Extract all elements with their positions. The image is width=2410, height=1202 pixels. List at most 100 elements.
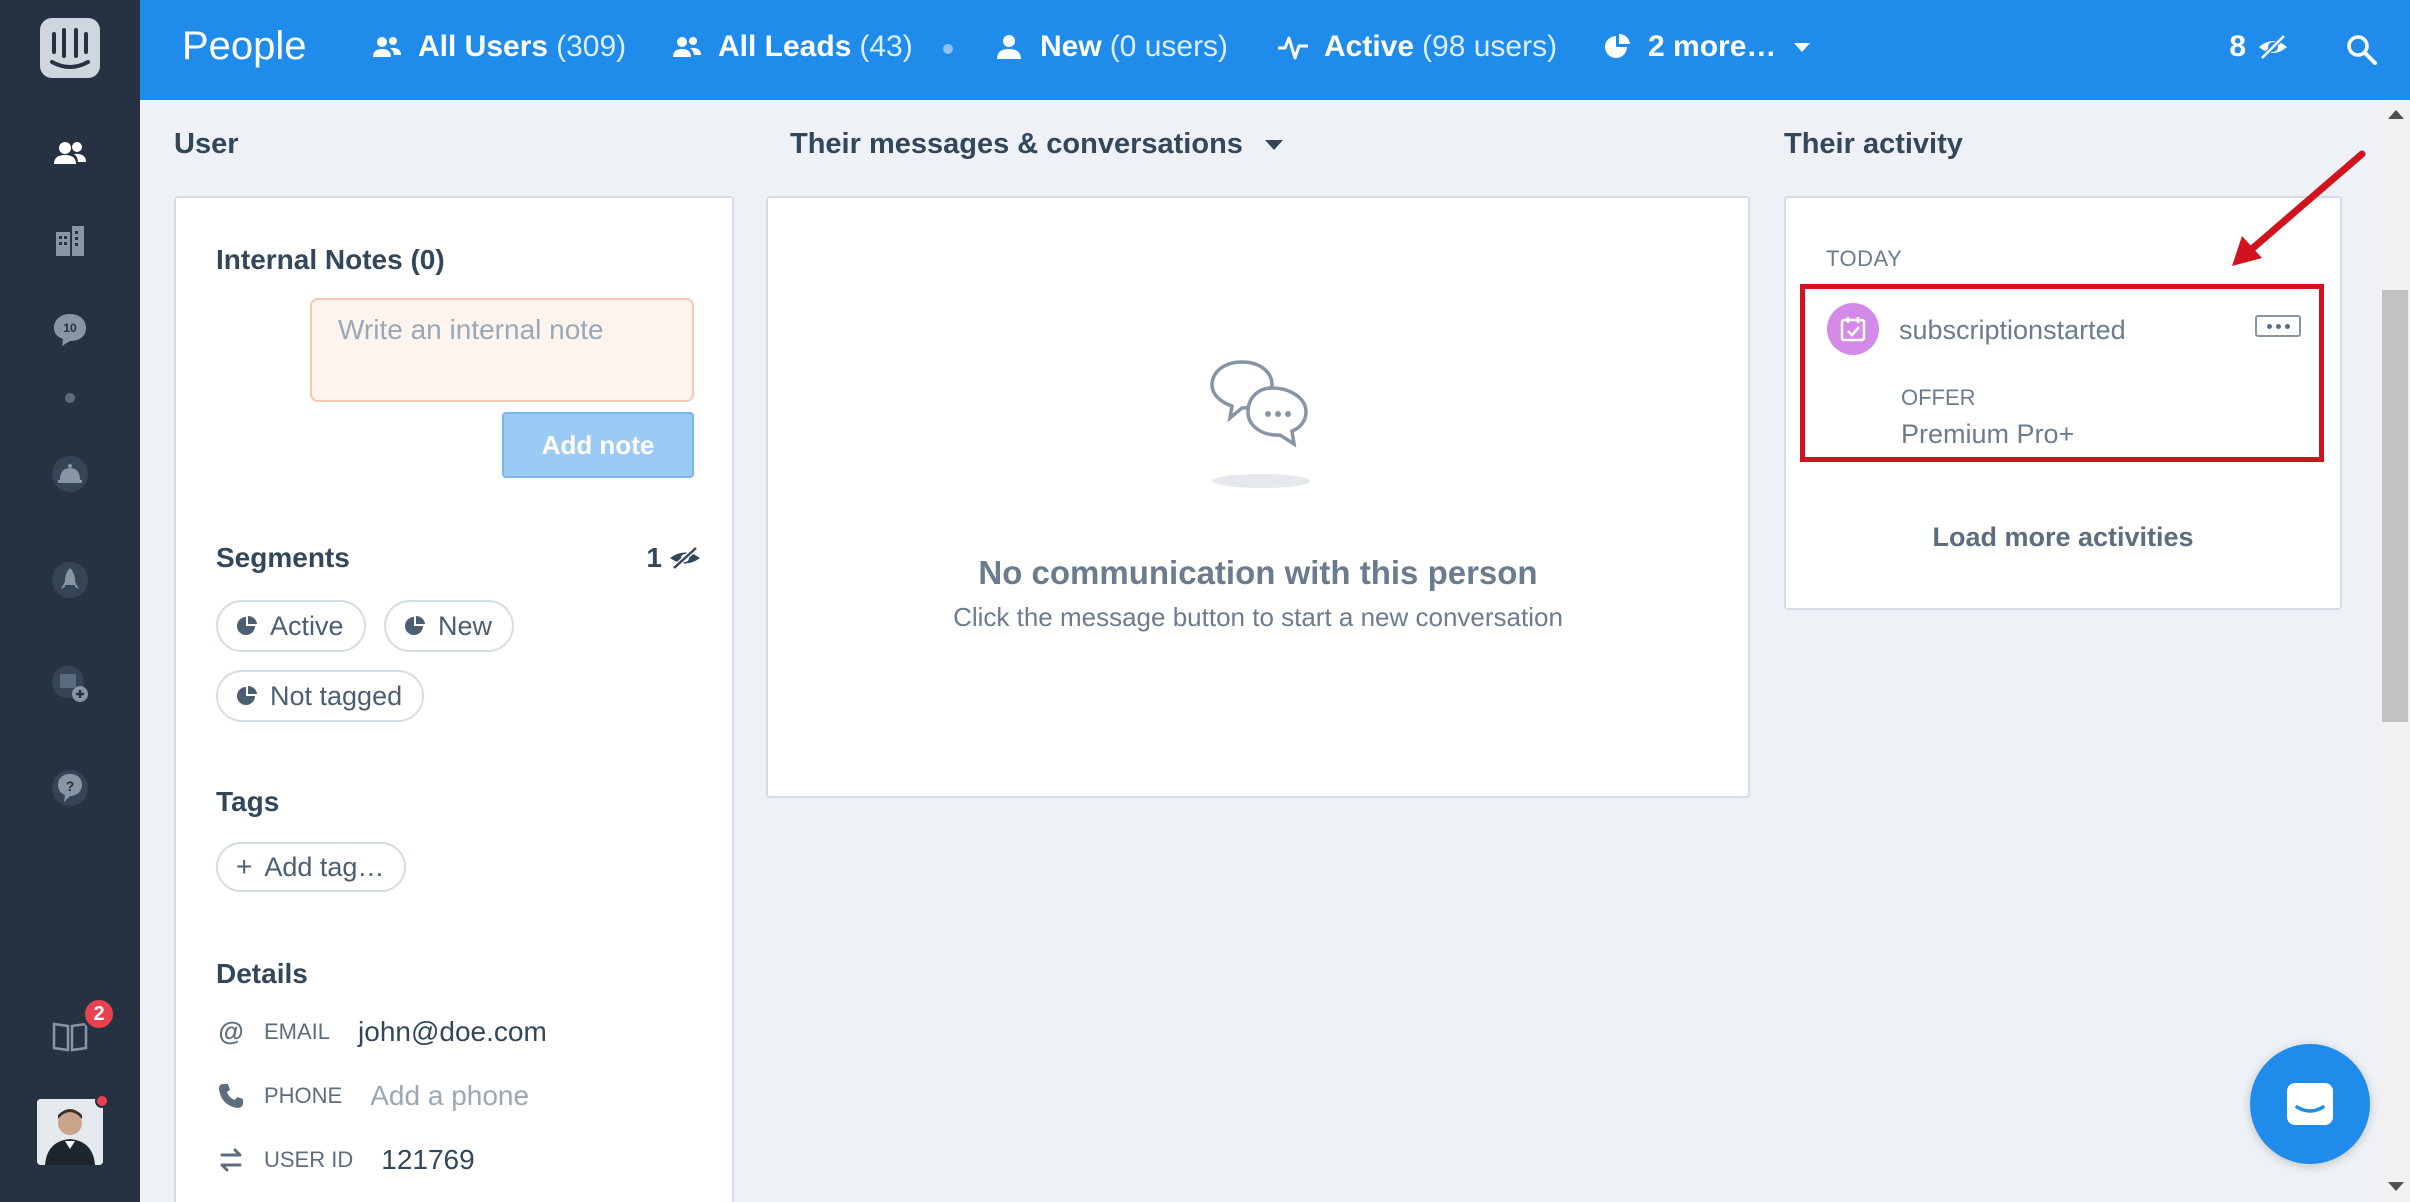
inbox-icon[interactable]: 10 [40,300,100,360]
tags-title: Tags [216,786,280,817]
intercom-logo-icon[interactable] [40,18,100,78]
detail-phone-row: PHONE Add a phone [216,1080,529,1112]
nav-label: New [1040,30,1102,63]
nav-label: All Users [418,30,549,63]
segments-title: Segments [216,542,350,573]
people-icon [673,37,701,57]
event-attribute-value: Premium Pro+ [1901,419,2075,449]
empty-state-subtitle: Click the message button to start a new … [953,602,1563,632]
pie-chart-icon [1605,33,1630,58]
nav-label: All Leads [718,30,852,63]
user-column-heading: User [174,128,239,160]
user-profile-card: Internal Notes (0) Write an internal not… [174,196,734,1202]
eye-slash-icon [670,546,700,570]
top-bar: People All Users (309) All Leads (43) Ne… [140,0,2410,100]
messages-heading-label: Their messages & conversations [790,128,1243,160]
internal-note-input[interactable]: Write an internal note [310,298,694,402]
segment-pill[interactable]: Not tagged [216,670,425,722]
pie-chart-icon [237,685,257,705]
load-more-activities-link[interactable]: Load more activities [1786,522,2340,553]
detail-userid-row: USER ID 121769 [216,1144,475,1176]
nav-active[interactable]: Active (98 users) [1276,30,1557,64]
avatar[interactable] [37,1099,103,1165]
segment-pill[interactable]: Active [216,600,366,652]
nav-label: 2 more… [1648,30,1777,63]
chevron-down-icon [1264,140,1283,151]
calendar-check-icon [1827,303,1879,355]
segment-pill[interactable]: New [384,600,515,652]
hidden-count: 8 [2229,30,2246,63]
add-tag-button[interactable]: + Add tag… [216,842,407,892]
phone-label: PHONE [264,1083,343,1108]
nav-separator-dot [943,44,953,54]
search-icon[interactable] [2344,32,2380,68]
hidden-attributes-toggle[interactable]: 8 [2229,30,2290,64]
avatar-status-dot [95,1094,109,1108]
nav-count: (43) [859,30,913,63]
people-icon[interactable] [40,124,100,184]
email-label: EMAIL [264,1019,331,1044]
apps-add-icon[interactable] [40,654,100,714]
activity-column-heading: Their activity [1784,128,1963,160]
phone-icon [219,1084,243,1108]
rocket-icon[interactable] [40,550,100,610]
phone-input[interactable]: Add a phone [370,1080,529,1112]
event-more-icon[interactable] [2255,315,2301,337]
nav-more[interactable]: 2 more… [1600,30,1811,64]
empty-state-title: No communication with this person [978,554,1538,591]
scroll-up-arrow-icon[interactable] [2388,110,2404,119]
svg-text:@: @ [218,1017,243,1046]
at-sign-icon: @ [218,1017,243,1046]
icon-shadow [1212,474,1310,488]
userid-label: USER ID [264,1147,354,1172]
scrollbar-thumb[interactable] [2382,290,2408,722]
userid-value: 121769 [381,1144,475,1175]
pulse-icon [1278,36,1308,60]
internal-notes-title: Internal Notes (0) [216,244,445,275]
messages-card: No communication with this person Click … [766,196,1750,798]
detail-email-row: @ EMAIL john@doe.com [216,1016,547,1048]
messenger-launcher-button[interactable] [2250,1044,2370,1164]
nav-all-users[interactable]: All Users (309) [370,30,626,64]
user-icon [997,35,1021,59]
rail-divider-dot [65,393,75,403]
activity-event-item[interactable]: subscriptionstarted OFFER Premium Pro+ [1800,284,2324,462]
nav-new[interactable]: New (0 users) [992,30,1228,64]
event-name: subscriptionstarted [1899,315,2126,345]
add-note-button[interactable]: Add note [502,412,694,478]
inbox-badge: 10 [63,321,77,335]
nav-count: (309) [556,30,627,63]
email-value[interactable]: john@doe.com [358,1016,547,1048]
companies-icon[interactable] [40,212,100,272]
annotation-arrow-icon [2232,150,2366,266]
plus-icon: + [236,851,253,882]
nav-all-leads[interactable]: All Leads (43) [670,30,913,64]
notifications-badge: 2 [82,997,116,1031]
messages-column-heading[interactable]: Their messages & conversations [790,128,1283,161]
svg-text:?: ? [66,778,75,794]
swap-arrows-icon [220,1148,242,1172]
segment-label: Not tagged [270,680,403,711]
segments-hidden-count: 1 [646,542,662,573]
scroll-down-arrow-icon[interactable] [2388,1182,2404,1191]
nav-count: (0 users) [1109,30,1229,63]
add-tag-label: Add tag… [264,851,385,882]
eye-slash-icon [2259,34,2287,60]
help-icon[interactable]: ? [40,758,100,818]
pie-chart-icon [237,615,257,635]
segments-hidden-toggle[interactable]: 1 [646,542,702,574]
nav-count: (98 users) [1422,30,1558,63]
segment-label: Active [270,610,344,641]
messenger-icon [2287,1083,2333,1125]
details-title: Details [216,958,308,989]
left-nav-rail: 10 ? 2 [0,0,140,1202]
page-title: People [182,24,307,68]
nav-label: Active [1324,30,1415,63]
bell-icon[interactable] [40,444,100,504]
conversation-bubbles-icon [1210,360,1308,448]
pie-chart-icon [405,615,425,635]
activity-day-label: TODAY [1826,246,1903,271]
event-attribute-key: OFFER [1901,385,1976,410]
segment-label: New [438,610,493,641]
chevron-down-icon [1794,42,1811,52]
